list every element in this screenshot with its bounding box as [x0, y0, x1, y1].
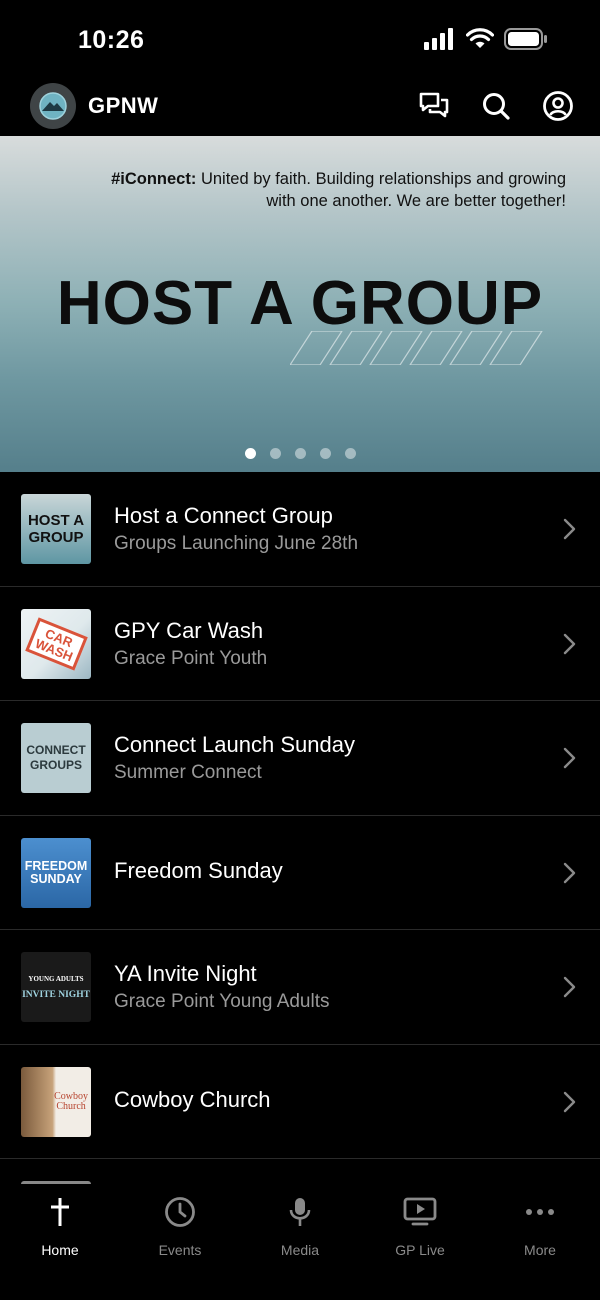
feed-list: HOST A GROUP Host a Connect Group Groups…	[0, 472, 600, 1184]
item-text: Connect Launch Sunday Summer Connect	[114, 732, 540, 784]
item-text: Freedom Sunday	[114, 858, 540, 884]
app-header: GPNW	[0, 82, 600, 136]
item-thumbnail: CONNECT GROUPS	[21, 723, 91, 793]
item-thumbnail: HOST A GROUP	[21, 494, 91, 564]
status-bar: 10:26	[0, 0, 600, 82]
chevron-right-icon	[563, 633, 576, 654]
tab-gp-live[interactable]: GP Live	[360, 1184, 480, 1300]
chevron-right-icon	[563, 976, 576, 998]
thumb-line: YOUNG ADULTS	[28, 975, 84, 983]
thumb-line: Cowboy	[54, 1090, 88, 1102]
item-text: GPY Car Wash Grace Point Youth	[114, 618, 540, 670]
item-title: Cowboy Church	[114, 1086, 271, 1112]
item-text: YA Invite Night Grace Point Young Adults	[114, 961, 540, 1013]
header-actions	[416, 88, 576, 124]
hero-banner[interactable]: #iConnect: United by faith. Building rel…	[0, 136, 600, 472]
item-thumbnail: CAR WASH	[21, 608, 91, 679]
thumb-line: Church	[56, 1100, 86, 1112]
item-subtitle: Grace Point Youth	[114, 647, 268, 669]
tab-events[interactable]: Events	[120, 1184, 240, 1300]
hero-title: HOST A GROUP	[56, 269, 544, 338]
list-item[interactable]	[0, 1159, 600, 1184]
tab-more[interactable]: More	[480, 1184, 600, 1300]
carousel-dot[interactable]	[294, 448, 306, 459]
item-title: Connect Launch Sunday	[114, 732, 355, 757]
list-item[interactable]: YOUNG ADULTS INVITE NIGHT YA Invite Nigh…	[0, 930, 600, 1045]
clock-icon	[162, 1194, 198, 1230]
thumb-line: FREEDOM	[24, 858, 88, 873]
item-text: Host a Connect Group Groups Launching Ju…	[114, 503, 540, 555]
chevron-right-icon	[563, 518, 576, 540]
item-subtitle: Summer Connect	[114, 762, 262, 783]
list-item[interactable]: Cowboy Church Cowboy Church	[0, 1045, 600, 1159]
chat-icon[interactable]	[416, 88, 452, 124]
item-subtitle: Grace Point Young Adults	[114, 991, 330, 1012]
wifi-icon	[465, 28, 495, 55]
item-title: GPY Car Wash	[114, 617, 264, 643]
list-item[interactable]: CONNECT GROUPS Connect Launch Sunday Sum…	[0, 701, 600, 816]
item-thumbnail: FREEDOM SUNDAY	[21, 837, 91, 908]
tab-label: More	[524, 1242, 556, 1258]
thumb-line: HOST A	[27, 512, 85, 529]
tv-play-icon	[402, 1194, 438, 1230]
thumb-line: CONNECT	[26, 743, 86, 757]
chevron-right-icon	[563, 747, 576, 769]
thumb-line: INVITE NIGHT	[22, 990, 90, 1000]
carousel-dot[interactable]	[244, 448, 256, 459]
microphone-icon	[282, 1194, 318, 1230]
cross-icon	[42, 1194, 78, 1230]
list-item[interactable]: HOST A GROUP Host a Connect Group Groups…	[0, 472, 600, 587]
search-icon[interactable]	[478, 88, 514, 124]
tab-bar: Home Events Media GP Live More	[0, 1184, 600, 1300]
more-dots-icon	[522, 1194, 558, 1230]
chevron-right-icon	[563, 1091, 576, 1112]
tab-media[interactable]: Media	[240, 1184, 360, 1300]
thumb-line: GROUPS	[29, 758, 82, 772]
church-logo-icon[interactable]	[30, 83, 76, 129]
item-title: Freedom Sunday	[114, 857, 283, 883]
carousel-dot[interactable]	[269, 448, 281, 459]
item-subtitle: Groups Launching June 28th	[114, 533, 359, 554]
carousel-dot[interactable]	[319, 448, 331, 459]
tab-label: Media	[280, 1242, 320, 1258]
item-title: YA Invite Night	[114, 961, 257, 986]
carousel-dots[interactable]	[0, 448, 600, 459]
list-item[interactable]: CAR WASH GPY Car Wash Grace Point Youth	[0, 587, 600, 701]
signal-icon	[424, 28, 456, 55]
tab-label: Events	[158, 1242, 202, 1258]
hero-tagline: #iConnect: United by faith. Building rel…	[96, 168, 566, 212]
hero-tagline-text: United by faith. Building relationships …	[200, 170, 566, 210]
tab-home[interactable]: Home	[0, 1184, 120, 1300]
tab-label: GP Live	[395, 1242, 445, 1258]
hero-stripes-decoration	[290, 331, 543, 365]
tab-label: Home	[41, 1242, 79, 1258]
item-thumbnail: Cowboy Church	[21, 1066, 91, 1137]
thumb-line: SUNDAY	[30, 871, 82, 886]
status-time: 10:26	[78, 26, 145, 54]
carousel-dot[interactable]	[344, 448, 356, 459]
list-item[interactable]: FREEDOM SUNDAY Freedom Sunday	[0, 816, 600, 930]
app-title: GPNW	[88, 93, 159, 118]
chevron-right-icon	[563, 862, 576, 883]
battery-icon	[504, 28, 548, 55]
hero-tag: #iConnect:	[111, 170, 197, 188]
status-icons	[424, 28, 548, 55]
item-thumbnail: YOUNG ADULTS INVITE NIGHT	[21, 952, 91, 1022]
item-text: Cowboy Church	[114, 1087, 540, 1113]
profile-icon[interactable]	[540, 88, 576, 124]
thumb-line: GROUP	[28, 529, 84, 546]
item-title: Host a Connect Group	[114, 503, 333, 528]
